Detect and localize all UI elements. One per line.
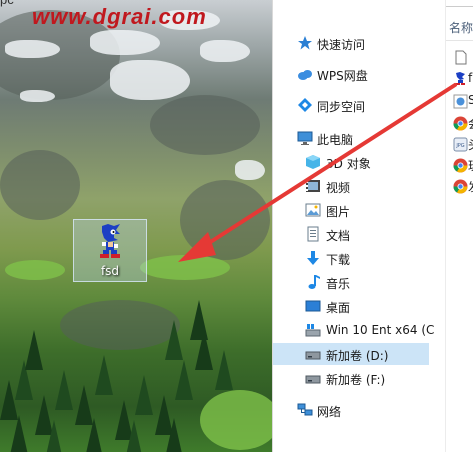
- desktop-wallpaper: pc www.dgrai.com fsd: [0, 0, 272, 452]
- blank-file-icon[interactable]: [453, 50, 468, 65]
- nav-item-network[interactable]: 网络: [273, 399, 433, 421]
- nav-label: 文档: [326, 229, 351, 243]
- chrome-icon[interactable]: [453, 179, 468, 194]
- computer-icon: [297, 131, 313, 145]
- file-name-truncated: 玩: [468, 157, 473, 174]
- pin-star-icon: [298, 36, 312, 50]
- nav-label: Win 10 Ent x64 (C: [326, 323, 435, 337]
- svg-text:JPG: JPG: [455, 143, 464, 149]
- desktop-shortcut-fsd[interactable]: fsd: [73, 219, 147, 282]
- chrome-icon[interactable]: [453, 116, 468, 131]
- navigation-pane: 快速访问 WPS网盘 同步空间 此电脑 3D 对象 视频 图片 文档 下载 音乐…: [273, 0, 445, 452]
- jpg-icon[interactable]: JPG: [453, 137, 468, 152]
- sonic-icon[interactable]: [453, 71, 468, 86]
- sonic-icon: [100, 224, 120, 258]
- file-name-truncated: 发: [468, 178, 473, 195]
- nav-item-wps-cloud[interactable]: WPS网盘: [273, 63, 433, 85]
- nav-item-quick-access[interactable]: 快速访问: [273, 32, 433, 54]
- nav-label: 视频: [326, 181, 351, 195]
- watermark-prefix: pc: [0, 0, 14, 7]
- nav-label: 同步空间: [317, 100, 366, 114]
- nav-label: 此电脑: [317, 133, 354, 147]
- cloud-icon: [298, 70, 312, 80]
- music-icon: [308, 275, 320, 289]
- nav-label: 3D 对象: [326, 157, 371, 171]
- nav-item-desktop[interactable]: 桌面: [273, 295, 433, 317]
- column-header-name[interactable]: 名称: [449, 19, 473, 36]
- video-icon: [306, 180, 320, 192]
- file-name-truncated: f: [468, 71, 473, 85]
- nav-item-3d-objects[interactable]: 3D 对象: [273, 151, 433, 173]
- 3d-objects-icon: [306, 155, 320, 169]
- network-icon: [297, 403, 313, 416]
- nav-item-drive-c[interactable]: Win 10 Ent x64 (C: [273, 319, 435, 341]
- header-divider: [446, 40, 473, 41]
- file-name-truncated: 头: [468, 136, 473, 153]
- app-icon[interactable]: [453, 94, 468, 109]
- documents-icon: [307, 226, 319, 242]
- nav-label: 新加卷 (D:): [326, 349, 389, 363]
- nav-item-pictures[interactable]: 图片: [273, 199, 433, 221]
- file-list-pane: 名称 f S 会 JPG 头 玩 发: [445, 0, 473, 452]
- nav-label: 网络: [317, 405, 342, 419]
- file-explorer-window: 快速访问 WPS网盘 同步空间 此电脑 3D 对象 视频 图片 文档 下载 音乐…: [272, 0, 473, 452]
- sync-icon: [298, 98, 312, 112]
- nav-label: 音乐: [326, 277, 351, 291]
- nav-item-videos[interactable]: 视频: [273, 175, 433, 197]
- chrome-icon[interactable]: [453, 158, 468, 173]
- nav-item-drive-f[interactable]: 新加卷 (F:): [273, 367, 433, 389]
- nav-item-downloads[interactable]: 下载: [273, 247, 433, 269]
- nav-label: 下载: [326, 253, 351, 267]
- drive-c-icon: [305, 324, 321, 337]
- nav-item-documents[interactable]: 文档: [273, 223, 433, 245]
- nav-label: WPS网盘: [317, 69, 368, 83]
- pictures-icon: [305, 203, 321, 217]
- desktop-icon: [305, 300, 321, 312]
- watermark-text: www.dgrai.com: [32, 4, 207, 29]
- shortcut-label: fsd: [100, 264, 120, 278]
- drive-icon: [305, 351, 321, 360]
- drive-icon: [305, 375, 321, 384]
- nav-label: 桌面: [326, 301, 351, 315]
- nav-item-drive-d[interactable]: 新加卷 (D:): [273, 343, 429, 365]
- nav-item-sync-space[interactable]: 同步空间: [273, 94, 433, 116]
- nav-label: 快速访问: [317, 38, 366, 52]
- nav-label: 新加卷 (F:): [326, 373, 386, 387]
- file-name-truncated: 会: [468, 115, 473, 132]
- nav-item-this-pc[interactable]: 此电脑: [273, 127, 433, 149]
- download-icon: [307, 251, 319, 265]
- file-name-truncated: S: [468, 93, 473, 107]
- nav-label: 图片: [326, 205, 351, 219]
- nav-item-music[interactable]: 音乐: [273, 271, 433, 293]
